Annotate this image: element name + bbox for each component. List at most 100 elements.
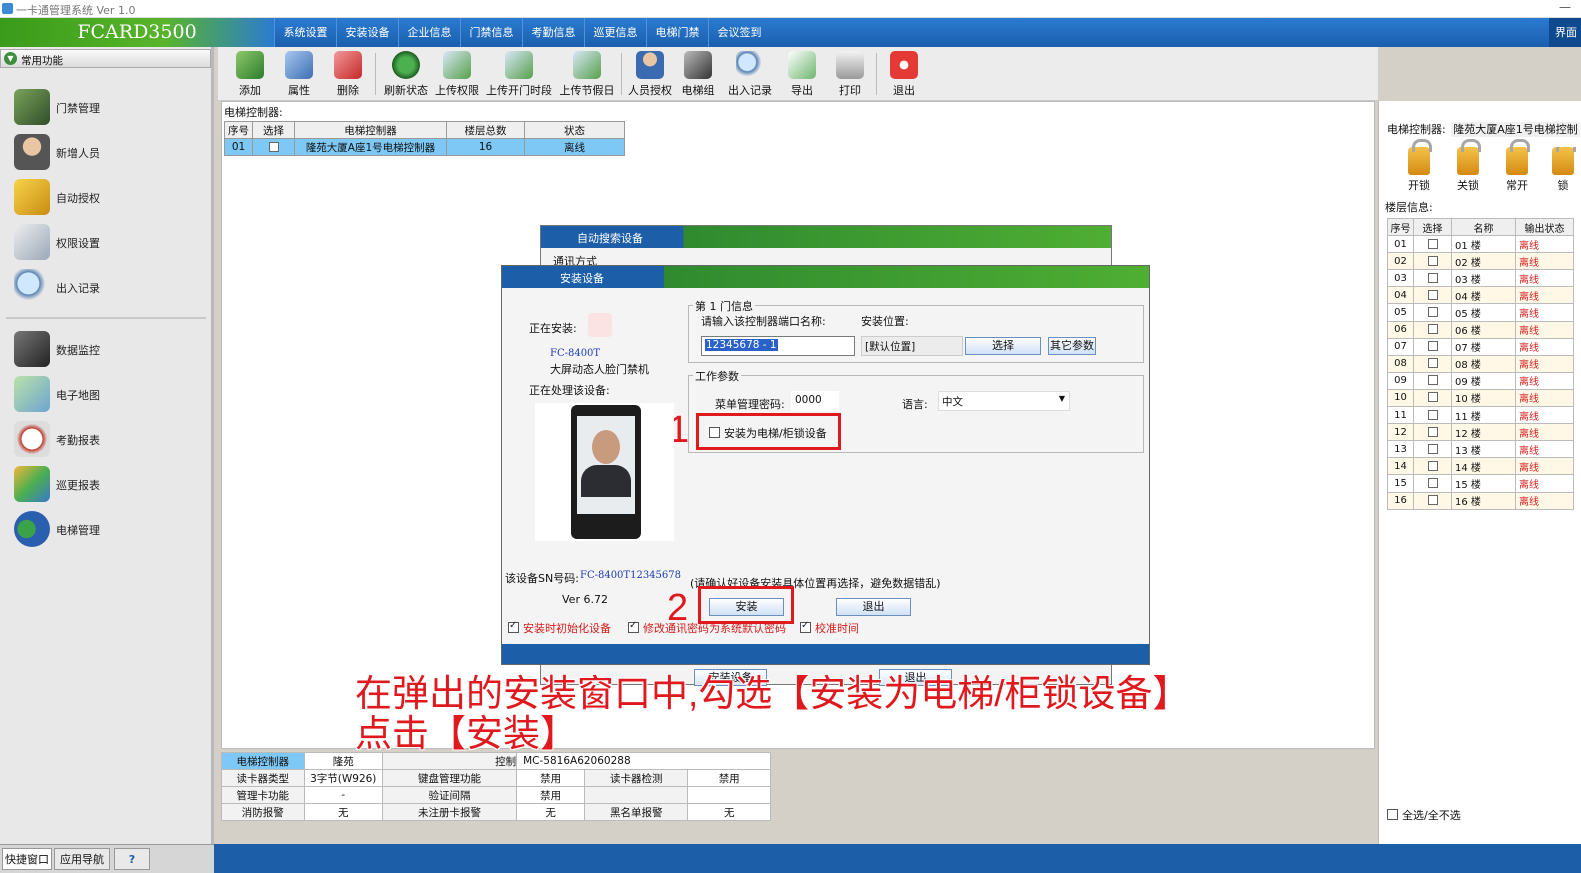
minimize-button[interactable]: —	[1559, 0, 1571, 14]
language-select[interactable]: 中文 ▼	[938, 391, 1070, 411]
port-name-label: 请输入该控制器端口名称:	[701, 315, 826, 328]
floor-select-checkbox[interactable]	[1413, 423, 1452, 442]
exit-dialog-button[interactable]: 退出	[836, 598, 911, 616]
dialog-footer-bar	[502, 644, 1149, 664]
select-all-checkbox[interactable]: 全选/全不选	[1387, 807, 1461, 823]
port-name-input[interactable]: 12345678 - 1	[701, 336, 855, 356]
table-row[interactable]: 01 01 楼离线	[1387, 235, 1574, 254]
floor-select-checkbox[interactable]	[1413, 252, 1452, 271]
menu-patrol-info[interactable]: 巡更信息	[584, 18, 646, 47]
elevator-group-button[interactable]: 电梯组	[678, 51, 718, 98]
upload-permissions-button[interactable]: 上传权限	[434, 51, 480, 98]
nav-divider	[6, 317, 206, 319]
menu-company-info[interactable]: 企业信息	[398, 18, 460, 47]
exit-button[interactable]: 退出	[886, 51, 922, 98]
select-location-button[interactable]: 选择	[965, 337, 1041, 355]
nav-attendance-report[interactable]: 考勤报表	[10, 419, 205, 459]
floor-select-checkbox[interactable]	[1413, 235, 1452, 254]
window-title: 一卡通管理系统 Ver 1.0	[16, 4, 136, 17]
floor-select-checkbox[interactable]	[1413, 286, 1452, 305]
table-row[interactable]: 06 06 楼离线	[1387, 320, 1574, 339]
access-records-button[interactable]: 出入记录	[726, 51, 774, 98]
nav-permission-settings[interactable]: 权限设置	[10, 222, 205, 262]
table-row[interactable]: 01 隆苑大厦A座1号电梯控制器 16 离线	[224, 138, 625, 156]
row-select-checkbox[interactable]	[252, 138, 295, 156]
delete-button[interactable]: 删除	[330, 51, 366, 98]
tab-quick-window[interactable]: 快捷窗口	[2, 848, 52, 870]
table-row[interactable]: 03 03 楼离线	[1387, 269, 1574, 288]
device-name: 大屏动态人脸门禁机	[550, 363, 649, 376]
app-icon	[2, 3, 13, 14]
table-row[interactable]: 16 16 楼离线	[1387, 491, 1574, 510]
export-button[interactable]: 导出	[784, 51, 820, 98]
unlock-button[interactable]: 开锁	[1399, 139, 1439, 193]
table-row[interactable]: 10 10 楼离线	[1387, 388, 1574, 408]
lock-button[interactable]: 关锁	[1448, 139, 1488, 193]
table-row[interactable]: 08 08 楼离线	[1387, 354, 1574, 373]
menu-system-settings[interactable]: 系统设置	[274, 18, 336, 47]
tab-app-navigation[interactable]: 应用导航	[54, 848, 110, 870]
properties-button[interactable]: 属性	[281, 51, 317, 98]
print-button[interactable]: 打印	[832, 51, 868, 98]
table-row[interactable]: 07 07 楼离线	[1387, 337, 1574, 356]
floor-select-checkbox[interactable]	[1413, 354, 1452, 373]
table-row[interactable]: 15 15 楼离线	[1387, 474, 1574, 493]
table-row[interactable]: 12 12 楼离线	[1387, 423, 1574, 442]
upload-open-period-button[interactable]: 上传开门时段	[484, 51, 554, 98]
table-header: 序号 选择 电梯控制器 楼层总数 状态	[224, 121, 625, 139]
help-icon[interactable]: ?	[114, 848, 150, 870]
lock-more-button[interactable]: 锁	[1544, 147, 1581, 193]
table-row[interactable]: 05 05 楼离线	[1387, 303, 1574, 322]
person-authorize-button[interactable]: 人员授权	[626, 51, 674, 98]
table-row[interactable]: 04 04 楼离线	[1387, 286, 1574, 305]
upload-holidays-button[interactable]: 上传节假日	[558, 51, 616, 98]
sn-value: FC-8400T12345678	[580, 570, 681, 581]
table-row[interactable]: 13 13 楼离线	[1387, 440, 1574, 459]
floor-select-checkbox[interactable]	[1413, 457, 1452, 476]
nav-access-records[interactable]: 出入记录	[10, 267, 205, 307]
floor-select-checkbox[interactable]	[1413, 320, 1452, 339]
always-open-button[interactable]: 常开	[1497, 139, 1537, 193]
person-icon	[636, 51, 664, 79]
floor-select-checkbox[interactable]	[1413, 303, 1452, 322]
table-row[interactable]: 14 14 楼离线	[1387, 457, 1574, 476]
floor-select-checkbox[interactable]	[1413, 269, 1452, 288]
menu-install-device[interactable]: 安装设备	[336, 18, 398, 47]
other-params-button[interactable]: 其它参数	[1048, 337, 1096, 355]
table-row: 电梯控制器 隆苑 控制 MC-5816A62060288	[221, 752, 771, 770]
calibrate-time-checkbox[interactable]: 校准时间	[800, 620, 859, 636]
menu-meeting-signin[interactable]: 会议签到	[708, 18, 770, 47]
table-row: 消防报警 无 未注册卡报警 无 黑名单报警 无	[221, 803, 771, 821]
nav-electronic-map[interactable]: 电子地图	[10, 374, 205, 414]
table-row[interactable]: 02 02 楼离线	[1387, 252, 1574, 271]
common-functions-header[interactable]: ▼ 常用功能	[0, 49, 211, 68]
floor-select-checkbox[interactable]	[1413, 388, 1452, 408]
init-device-checkbox[interactable]: 安装时初始化设备	[508, 620, 611, 636]
floor-select-checkbox[interactable]	[1413, 371, 1452, 390]
add-button[interactable]: 添加	[232, 51, 268, 98]
menu-password-input[interactable]: 0000	[791, 391, 839, 411]
nav-auto-authorize[interactable]: 自动授权	[10, 177, 205, 217]
nav-elevator-management[interactable]: 电梯管理	[10, 509, 205, 549]
table-row[interactable]: 11 11 楼离线	[1387, 406, 1574, 425]
floor-select-checkbox[interactable]	[1413, 491, 1452, 510]
floor-select-checkbox[interactable]	[1413, 474, 1452, 493]
floor-select-checkbox[interactable]	[1413, 406, 1452, 425]
power-icon	[890, 51, 918, 79]
magnifier-icon	[736, 51, 764, 79]
auto-search-dialog-header: 自动搜索设备	[541, 226, 1111, 248]
nav-access-control[interactable]: 门禁管理	[10, 87, 205, 127]
menu-attendance-info[interactable]: 考勤信息	[522, 18, 584, 47]
nav-new-person[interactable]: 新增人员	[10, 132, 205, 172]
export-icon	[788, 51, 816, 79]
default-password-checkbox[interactable]: 修改通讯密码为系统默认密码	[628, 620, 786, 636]
menu-access-info[interactable]: 门禁信息	[460, 18, 522, 47]
nav-patrol-report[interactable]: 巡更报表	[10, 464, 205, 504]
floor-select-checkbox[interactable]	[1413, 337, 1452, 356]
refresh-status-button[interactable]: 刷新状态	[382, 51, 430, 98]
nav-data-monitor[interactable]: 数据监控	[10, 329, 205, 369]
table-row[interactable]: 09 09 楼离线	[1387, 371, 1574, 390]
floor-select-checkbox[interactable]	[1413, 440, 1452, 459]
menu-elevator-access[interactable]: 电梯门禁	[646, 18, 708, 47]
menu-interface[interactable]: 界面	[1549, 18, 1581, 47]
